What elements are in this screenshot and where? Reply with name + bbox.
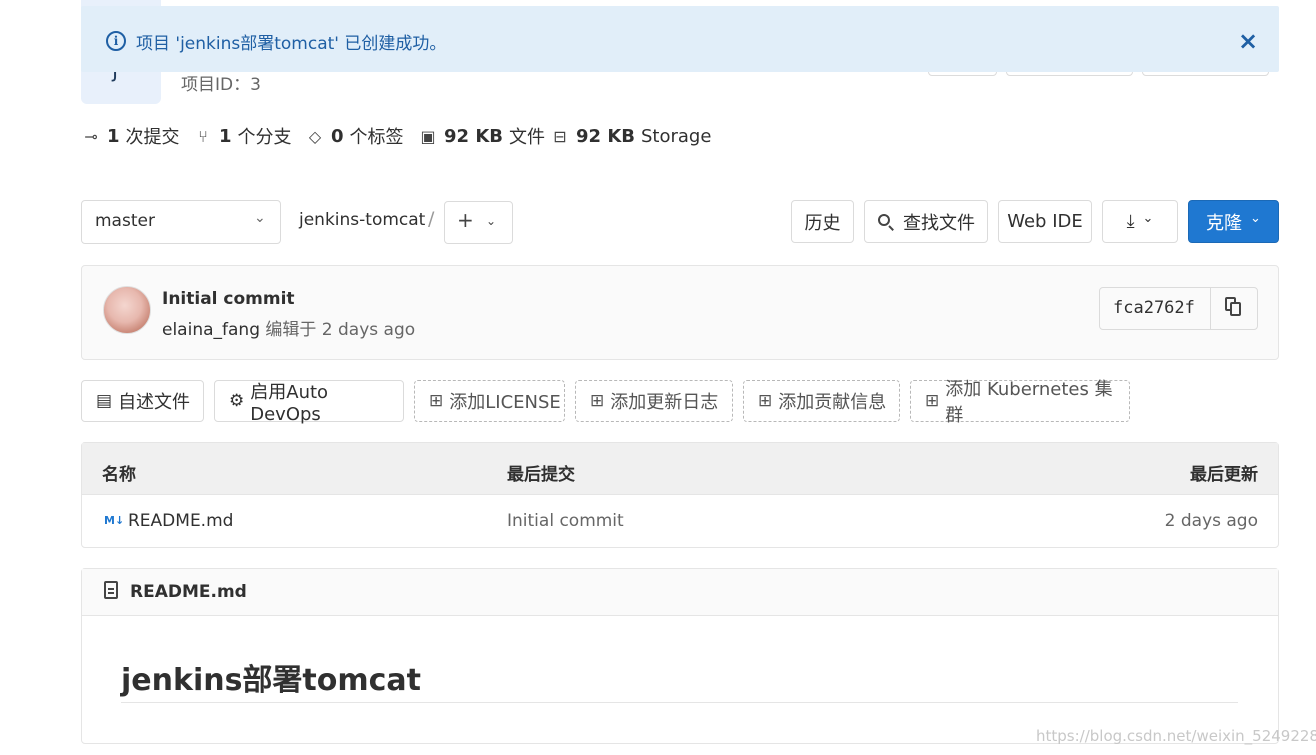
history-button[interactable]: 历史	[791, 200, 854, 243]
chevron-down-icon: ⌄	[254, 210, 266, 226]
avatar[interactable]	[103, 286, 151, 334]
tag-icon: ◇	[308, 126, 322, 146]
plus-square-icon: ⊞	[590, 391, 605, 411]
search-icon	[877, 213, 895, 231]
branch-name: master	[95, 211, 155, 231]
commit-sha[interactable]: fca2762f	[1113, 298, 1195, 318]
add-contributing-label: 添加贡献信息	[778, 392, 887, 413]
divider	[1210, 288, 1211, 329]
document-icon: ▤	[96, 391, 113, 411]
commit-meta: elaina_fang 编辑于 2 days ago	[162, 315, 415, 340]
stat-label: 个分支	[237, 127, 292, 148]
stat-branches[interactable]: ⑂ 1 个分支	[193, 123, 292, 149]
find-file-button[interactable]: 查找文件	[864, 200, 988, 243]
stat-count: 92 KB	[444, 125, 503, 147]
file-last-update: 2 days ago	[1164, 511, 1258, 531]
chevron-down-icon: ⌄	[1142, 211, 1154, 226]
stat-label: 文件	[508, 127, 545, 148]
add-license-button[interactable]: ⊞ 添加LICENSE	[414, 380, 565, 422]
stat-label: 次提交	[125, 127, 180, 148]
add-changelog-label: 添加更新日志	[610, 392, 719, 413]
project-id: 项目ID：3	[181, 75, 261, 95]
flash-message: 项目 'jenkins部署tomcat' 已创建成功。	[136, 34, 447, 54]
stat-files[interactable]: ▣ 92 KB 文件	[418, 123, 545, 149]
commit-edited-label: 编辑于	[265, 320, 317, 340]
file-name-link[interactable]: README.md	[128, 511, 233, 531]
readme-header	[82, 569, 1278, 616]
clone-label: 克隆	[1206, 212, 1243, 234]
stat-label: 个标签	[349, 127, 404, 148]
settings-icon: ⚙	[229, 391, 245, 411]
add-kubernetes-button[interactable]: ⊞ 添加 Kubernetes 集群	[910, 379, 1130, 426]
add-license-label: 添加LICENSE	[449, 392, 561, 413]
clone-button[interactable]: 克隆 ⌄	[1188, 200, 1279, 243]
web-ide-label: Web IDE	[1007, 211, 1083, 232]
commit-time: 2 days ago	[321, 320, 416, 340]
stat-storage[interactable]: ⊟ 92 KB Storage	[550, 123, 711, 149]
readme-button-label: 自述文件	[118, 392, 191, 413]
file-table-header	[82, 443, 1278, 495]
plus-square-icon: ⊞	[925, 391, 940, 411]
add-file-dropdown[interactable]	[444, 201, 513, 244]
web-ide-button[interactable]: Web IDE	[998, 200, 1092, 243]
stat-count: 1	[219, 125, 232, 147]
divider	[121, 702, 1238, 703]
close-icon[interactable]: ×	[1238, 27, 1258, 55]
stat-commits[interactable]: ⊸ 1 次提交	[81, 123, 180, 149]
storage-icon: ⊟	[553, 126, 567, 146]
history-label: 历史	[804, 212, 841, 234]
chevron-down-icon: ⌄	[1250, 211, 1261, 226]
watermark: https://blog.csdn.net/weixin_52492280	[1036, 727, 1316, 745]
copy-icon[interactable]	[1225, 297, 1241, 322]
breadcrumb-project[interactable]: jenkins-tomcat	[299, 210, 425, 230]
download-button[interactable]: ⤓ ⌄	[1102, 200, 1178, 243]
readme-heading: jenkins部署tomcat	[121, 663, 422, 698]
readme-filename[interactable]: README.md	[130, 582, 247, 602]
auto-devops-button[interactable]: ⚙ 启用Auto DevOps	[214, 380, 404, 425]
commit-title[interactable]: Initial commit	[162, 289, 295, 309]
stat-tags[interactable]: ◇ 0 个标签	[305, 123, 404, 149]
stat-count: 0	[331, 125, 344, 147]
commit-author[interactable]: elaina_fang	[162, 320, 260, 340]
readme-button[interactable]: ▤ 自述文件	[81, 380, 204, 422]
add-contributing-button[interactable]: ⊞ 添加贡献信息	[743, 380, 900, 422]
download-icon: ⤓	[1126, 211, 1135, 232]
stat-count: 1	[107, 125, 120, 147]
plus-square-icon: ⊞	[429, 391, 444, 411]
document-icon	[104, 581, 118, 604]
chevron-down-icon: ⌄	[486, 214, 497, 228]
stat-label: Storage	[640, 125, 712, 147]
branch-icon: ⑂	[198, 126, 208, 146]
file-last-commit[interactable]: Initial commit	[507, 511, 624, 531]
commit-icon: ⊸	[84, 126, 98, 146]
file-icon: ▣	[420, 126, 436, 146]
find-file-label: 查找文件	[903, 212, 975, 234]
info-icon: i	[106, 31, 126, 51]
plus-square-icon: ⊞	[758, 391, 773, 411]
plus-icon: +	[457, 208, 474, 232]
add-changelog-button[interactable]: ⊞ 添加更新日志	[575, 380, 733, 422]
add-kubernetes-label: 添加 Kubernetes 集群	[945, 379, 1113, 426]
stat-count: 92 KB	[576, 125, 635, 147]
breadcrumb-separator: /	[428, 208, 435, 230]
column-header-last-commit: 最后提交	[507, 465, 575, 485]
column-header-last-update: 最后更新	[1190, 465, 1258, 485]
column-header-name: 名称	[102, 465, 136, 485]
auto-devops-button-label: 启用Auto DevOps	[250, 381, 329, 425]
markdown-icon: M↓	[104, 514, 125, 527]
